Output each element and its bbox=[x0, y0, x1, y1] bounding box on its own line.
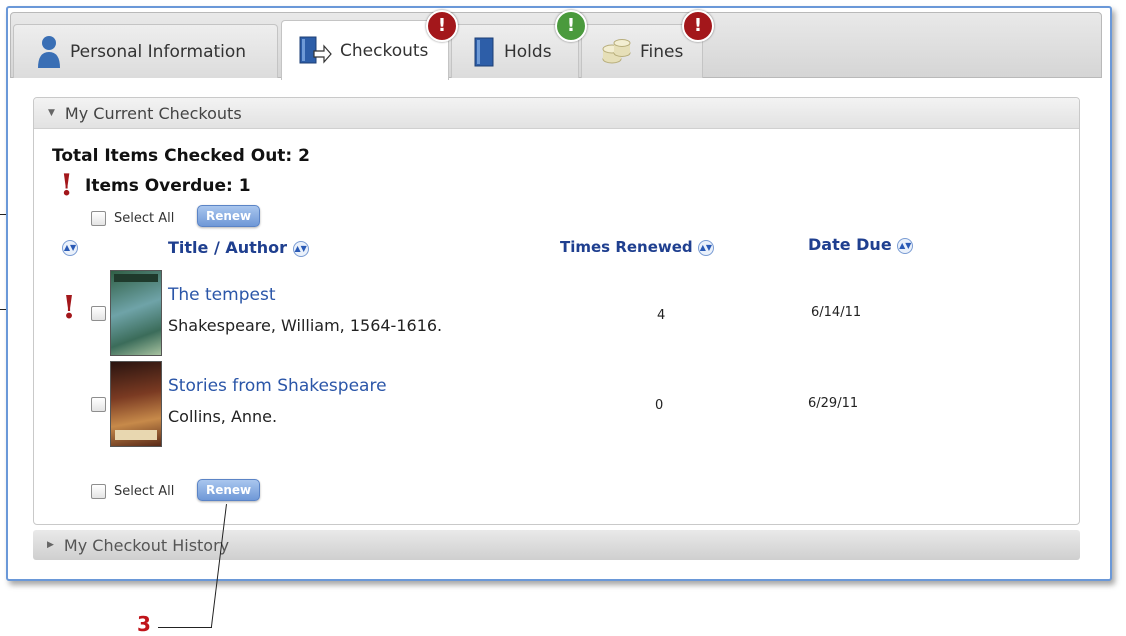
book-cover-image bbox=[110, 270, 162, 356]
items-overdue-label: Items Overdue: 1 bbox=[85, 176, 251, 196]
column-header-title-author[interactable]: Title / Author ▲▼ bbox=[168, 238, 309, 257]
column-header-label: Title / Author bbox=[168, 238, 288, 257]
date-due-value: 6/14/11 bbox=[811, 305, 862, 320]
column-header-label: Date Due bbox=[808, 235, 892, 254]
item-title-link[interactable]: The tempest bbox=[168, 285, 275, 305]
date-due-value: 6/29/11 bbox=[808, 396, 859, 411]
callout-line-3-horizontal bbox=[158, 627, 212, 628]
checkout-book-icon bbox=[298, 33, 332, 69]
checkout-history-header[interactable]: ▶ My Checkout History bbox=[33, 530, 1080, 560]
panel-title: My Current Checkouts bbox=[64, 103, 242, 123]
item-checkbox[interactable] bbox=[91, 306, 106, 321]
select-all-checkbox[interactable] bbox=[91, 211, 106, 226]
tab-label: Fines bbox=[640, 41, 684, 62]
sort-icon[interactable]: ▲▼ bbox=[292, 240, 309, 257]
item-checkbox[interactable] bbox=[91, 397, 106, 412]
item-title-link[interactable]: Stories from Shakespeare bbox=[168, 376, 387, 396]
tab-label: Personal Information bbox=[70, 41, 247, 62]
collapse-caret-icon: ▼ bbox=[48, 108, 55, 118]
tab-label: Holds bbox=[504, 41, 552, 62]
expand-caret-icon: ▶ bbox=[47, 540, 54, 550]
tab-personal-information[interactable]: Personal Information bbox=[13, 24, 278, 78]
renew-button[interactable]: Renew bbox=[197, 205, 261, 227]
select-all-label: Select All bbox=[114, 211, 175, 226]
column-header-label: Times Renewed bbox=[560, 238, 693, 256]
overdue-item-icon: ! bbox=[62, 288, 77, 326]
tab-label: Checkouts bbox=[340, 40, 429, 61]
overdue-alert-icon: ! bbox=[60, 168, 74, 203]
book-cover-image bbox=[110, 361, 162, 447]
history-title: My Checkout History bbox=[63, 535, 230, 555]
item-author: Collins, Anne. bbox=[168, 407, 278, 426]
select-all-checkbox-bottom[interactable] bbox=[91, 484, 106, 499]
holds-alert-icon: ! bbox=[555, 10, 587, 42]
sort-icon[interactable]: ▲▼ bbox=[897, 237, 914, 254]
sort-icon[interactable]: ▲▼ bbox=[697, 239, 714, 256]
current-checkouts-header[interactable]: ▼ My Current Checkouts bbox=[34, 98, 1079, 129]
times-renewed-value: 4 bbox=[657, 308, 666, 323]
coins-icon bbox=[600, 37, 632, 67]
total-items-label: Total Items Checked Out: 2 bbox=[52, 146, 310, 166]
times-renewed-value: 0 bbox=[655, 398, 664, 413]
select-all-label-bottom: Select All bbox=[114, 484, 175, 499]
renew-button-bottom[interactable]: Renew bbox=[197, 479, 261, 501]
book-icon bbox=[472, 35, 496, 69]
callout-number: 3 bbox=[137, 612, 151, 636]
fines-alert-icon: ! bbox=[682, 10, 714, 42]
checkouts-alert-icon: ! bbox=[426, 10, 458, 42]
tab-checkouts[interactable]: Checkouts bbox=[281, 20, 449, 80]
column-header-date-due[interactable]: Date Due ▲▼ bbox=[808, 235, 914, 254]
sort-select-icon[interactable]: ▲▼ bbox=[62, 240, 78, 256]
person-icon bbox=[36, 34, 62, 70]
column-header-times-renewed[interactable]: Times Renewed ▲▼ bbox=[560, 238, 714, 256]
item-author: Shakespeare, William, 1564-1616. bbox=[168, 316, 443, 335]
